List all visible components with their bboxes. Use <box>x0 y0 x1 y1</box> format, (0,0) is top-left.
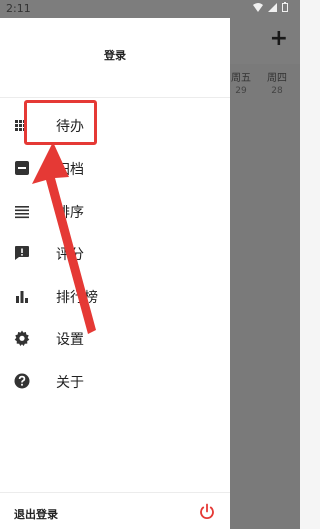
menu-item-archive[interactable]: 归档 <box>0 148 230 188</box>
logout-button[interactable]: 退出登录 <box>14 506 58 522</box>
feedback-icon <box>15 246 29 260</box>
status-icons <box>252 2 288 15</box>
drawer-header: 登录 <box>0 18 230 98</box>
menu-item-label: 归档 <box>56 162 84 178</box>
menu-item-label: 设置 <box>56 332 84 348</box>
battery-icon <box>282 2 288 12</box>
bar-chart-icon <box>16 291 28 303</box>
wifi-icon <box>252 3 263 12</box>
menu-item-settings[interactable]: 设置 <box>0 318 230 358</box>
gear-icon <box>14 330 30 346</box>
drawer-footer: 退出登录 <box>0 492 230 529</box>
menu-item-label: 关于 <box>56 375 84 391</box>
menu-item-leaderboard[interactable]: 排行榜 <box>0 276 230 316</box>
status-time: 2:11 <box>6 2 31 15</box>
navigation-drawer: 登录 待办 归档 排序 评分 排行榜 设置 关于 退出登录 <box>0 18 230 529</box>
signal-icon <box>267 3 277 12</box>
menu-item-label: 评分 <box>56 247 84 263</box>
archive-minus-icon <box>15 161 29 175</box>
annotation-highlight-box <box>24 100 97 145</box>
login-title[interactable]: 登录 <box>0 47 230 63</box>
power-icon[interactable] <box>198 503 216 521</box>
menu-item-about[interactable]: 关于 <box>0 361 230 401</box>
status-bar: 2:11 <box>0 0 300 18</box>
lines-icon <box>15 206 29 219</box>
menu-item-label: 排行榜 <box>56 290 98 306</box>
menu-item-sort[interactable]: 排序 <box>0 191 230 231</box>
menu-item-rating[interactable]: 评分 <box>0 233 230 273</box>
menu-item-label: 排序 <box>56 205 84 221</box>
help-icon <box>14 373 30 389</box>
